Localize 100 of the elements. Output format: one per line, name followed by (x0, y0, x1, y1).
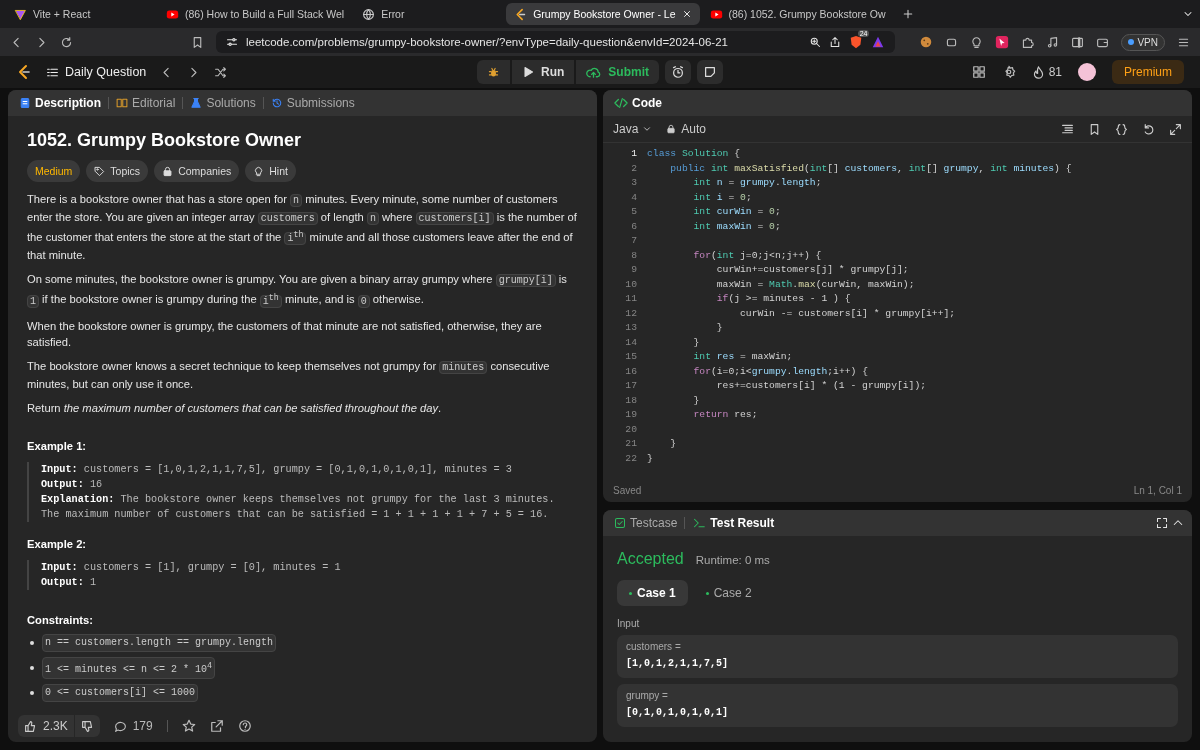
code-line: } (692, 393, 700, 408)
triangle-icon[interactable] (871, 35, 886, 49)
paragraph: On some minutes, the bookstore owner is grumpy. You are given a binary array grumpy where grumpy[i] is 1 if the bookstore owner is grumpy during the i$^{th}$ minute, and is 0 otherwise. (27, 272, 568, 310)
browser-tab[interactable]: (86) 1052. Grumpy Bookstore Ow (701, 3, 894, 25)
line-number: 17 (624, 379, 638, 393)
cookie-icon[interactable] (919, 35, 934, 49)
tag-button[interactable]: Companies (154, 160, 240, 182)
example-line: Output: 1 (41, 575, 98, 590)
document-icon (19, 97, 31, 109)
share-icon[interactable] (209, 719, 224, 733)
line-number: 18 (624, 393, 638, 408)
code-panel-title: Code (611, 96, 665, 110)
line-number: 3 (630, 176, 638, 190)
parameter-name: customers = (626, 641, 682, 652)
vpn-button[interactable]: VPN (1121, 33, 1165, 51)
code-line: maxWin = Math.max(curWin, maxWin); (715, 277, 915, 292)
tag-button[interactable]: Hint (245, 160, 296, 182)
line-number: 16 (624, 364, 638, 379)
code-line: return res; (692, 408, 758, 422)
comment-icon (113, 719, 127, 733)
parameter-name: grumpy = (626, 690, 669, 701)
code-line: curWin -= customers[i] * grumpy[i++]; (739, 306, 956, 321)
problem-title: 1052. Grumpy Bookstore Owner (27, 129, 303, 152)
premium-button[interactable]: Premium (1112, 60, 1184, 84)
panel-tab[interactable]: Submissions (267, 96, 358, 110)
code-line: int res = maxWin; (692, 350, 793, 364)
cursor-icon[interactable] (995, 35, 1010, 49)
browser-tab[interactable]: Grumpy Bookstore Owner - Le (506, 3, 700, 25)
line-number: 14 (624, 335, 638, 350)
language-dropdown[interactable]: Java (613, 122, 653, 136)
example-line: The maximum number of customers that can be satisfied = 1 + 1 + 1 + 1 + 7 + 5 = 16. (41, 507, 550, 522)
note-icon (703, 65, 717, 79)
browser-tab[interactable]: (86) How to Build a Full Stack Wel (158, 3, 353, 25)
streak-counter[interactable]: 81 (1031, 65, 1062, 79)
paragraph: When the bookstore owner is grumpy, the customers of that minute are not satisfied, otherwise, they are satisfied. (27, 318, 543, 350)
format-icon[interactable] (1061, 122, 1074, 136)
close-icon[interactable] (681, 9, 692, 19)
difficulty-tag[interactable]: Medium (27, 160, 81, 182)
new-tab-icon[interactable] (901, 8, 914, 20)
notes-button[interactable] (697, 60, 723, 84)
chevron-down-icon (642, 124, 653, 134)
debug-button[interactable] (477, 60, 510, 84)
auto-mode-label[interactable]: Auto (666, 122, 707, 136)
line-number: 2 (630, 161, 638, 176)
zoom-icon[interactable] (809, 36, 822, 48)
help-icon[interactable] (237, 719, 252, 733)
checkbox-icon (614, 517, 626, 529)
bug-icon (487, 65, 500, 79)
run-button[interactable]: Run (512, 60, 575, 84)
case-tab[interactable]: Case 2 (693, 580, 764, 606)
shuffle-icon[interactable] (214, 65, 228, 79)
star-icon[interactable] (181, 719, 196, 733)
flame-icon (1031, 65, 1045, 79)
panel-tab[interactable]: Test Result (689, 516, 778, 530)
save-status: Saved (613, 484, 642, 496)
undo-icon[interactable] (1142, 122, 1155, 136)
play-logo-icon (166, 7, 179, 21)
avatar[interactable] (1078, 63, 1096, 81)
panel-tab[interactable]: Description (16, 96, 104, 110)
puzzle-icon[interactable] (1021, 35, 1035, 49)
play-logo-icon (709, 7, 723, 21)
braces-icon[interactable] (1115, 122, 1128, 136)
line-number: 22 (624, 451, 638, 466)
panel-tab[interactable]: Testcase (611, 516, 681, 530)
site-settings-icon (225, 36, 238, 48)
panel-tab[interactable]: Solutions (187, 96, 259, 110)
case-tab[interactable]: Case 1 (617, 580, 688, 606)
submit-button[interactable]: Submit (576, 60, 659, 84)
example-line: Input: customers = [1,0,1,2,1,1,7,5], grumpy = [0,1,0,1,0,1,0,1], minutes = 3 (41, 462, 513, 477)
line-number: 13 (624, 321, 638, 335)
input-label: Input (617, 618, 641, 629)
tag-button[interactable]: Topics (86, 160, 149, 182)
lightbulb-icon[interactable] (970, 35, 984, 49)
line-number: 1 (630, 147, 638, 161)
thumbs-up-icon (24, 719, 37, 733)
layout-icon[interactable] (971, 65, 986, 79)
bullet (30, 640, 34, 645)
terminal-icon (692, 517, 707, 529)
comments-button[interactable]: 179 (113, 719, 153, 733)
fullscreen-icon[interactable] (1156, 517, 1168, 529)
code-line: for(int j=0;j<n;j++) { (692, 248, 822, 263)
browser-tab[interactable]: Error (354, 3, 505, 25)
history-icon (270, 97, 283, 109)
music-icon[interactable] (1046, 35, 1060, 49)
problem-list-link[interactable]: Daily Question (46, 65, 147, 79)
expand-icon[interactable] (1169, 122, 1182, 136)
example-heading: Example 2: (27, 536, 88, 552)
line-number: 12 (624, 306, 638, 321)
share-icon[interactable] (829, 36, 842, 48)
browser-tab[interactable]: Vite + React (6, 3, 156, 25)
bullet (30, 665, 34, 670)
reload-icon[interactable] (60, 35, 73, 49)
bookmark-icon[interactable] (1088, 122, 1101, 136)
alarm-button[interactable] (665, 60, 691, 84)
book-icon (116, 97, 128, 109)
code-line: } (692, 335, 700, 350)
constraint: n == customers.length == grumpy.length (42, 633, 277, 652)
panel-tab[interactable]: Editorial (113, 96, 179, 110)
code-line: int i = 0; (692, 190, 752, 205)
sidebar-icon[interactable] (1071, 35, 1085, 49)
